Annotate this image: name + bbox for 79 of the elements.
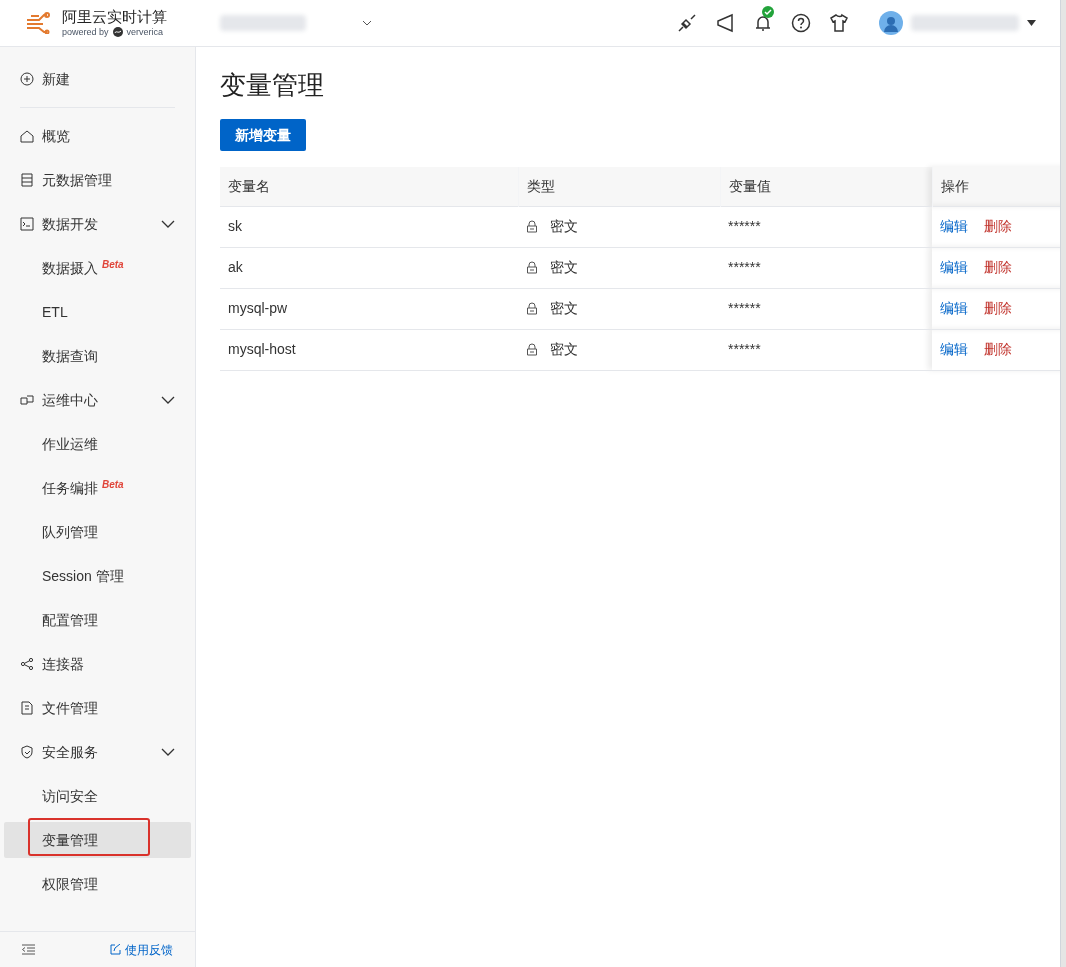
- sidebar-subitem[interactable]: ETL: [4, 294, 191, 330]
- delete-link[interactable]: 删除: [984, 339, 1012, 360]
- plus-circle-icon: [20, 72, 34, 86]
- sidebar-item[interactable]: 文件管理: [4, 686, 191, 730]
- megaphone-icon[interactable]: [715, 13, 735, 33]
- table-cell: sk: [220, 206, 518, 247]
- column-header: 操作: [932, 167, 1060, 206]
- type-text: 密文: [550, 299, 578, 318]
- sidebar-item[interactable]: 概览: [4, 114, 191, 158]
- home-icon: [20, 129, 34, 143]
- product-title: 阿里云实时计算: [62, 8, 167, 27]
- sidebar-subitem[interactable]: 队列管理: [4, 514, 191, 550]
- delete-link[interactable]: 删除: [984, 298, 1012, 319]
- terminal-icon: [20, 217, 34, 231]
- table-cell: ******: [720, 247, 932, 288]
- database-icon: [20, 173, 34, 187]
- help-icon[interactable]: [791, 13, 811, 33]
- sidebar-item[interactable]: 安全服务: [4, 730, 191, 774]
- type-text: 密文: [550, 258, 578, 277]
- table-cell: ******: [720, 206, 932, 247]
- edit-link[interactable]: 编辑: [940, 216, 968, 237]
- table-cell: ******: [720, 329, 932, 370]
- squares-icon: [20, 393, 34, 407]
- sidebar-subitem[interactable]: 数据查询: [4, 338, 191, 374]
- edit-link[interactable]: 编辑: [940, 339, 968, 360]
- delete-link[interactable]: 删除: [984, 257, 1012, 278]
- bell-icon[interactable]: [753, 13, 773, 33]
- chevron-down-icon: [161, 220, 175, 228]
- sidebar-subitem[interactable]: 作业运维: [4, 426, 191, 462]
- chevron-down-icon: [161, 748, 175, 756]
- powered-by-text: powered by: [62, 26, 109, 38]
- sidebar-subitem-label: 任务编排: [42, 478, 98, 498]
- edit-icon: [110, 944, 121, 955]
- table-cell: mysql-pw: [220, 288, 518, 329]
- column-header: 变量值: [720, 167, 932, 206]
- column-header: 类型: [518, 167, 720, 206]
- plug-icon[interactable]: [677, 13, 697, 33]
- add-variable-button[interactable]: 新增变量: [220, 119, 306, 151]
- edit-link[interactable]: 编辑: [940, 257, 968, 278]
- lock-icon: [526, 261, 538, 274]
- tshirt-icon[interactable]: [829, 13, 849, 33]
- feedback-link[interactable]: 使用反馈: [110, 940, 173, 959]
- sidebar-subitem[interactable]: 权限管理: [4, 866, 191, 902]
- column-header: 变量名: [220, 167, 518, 206]
- share-icon: [20, 657, 34, 671]
- table-cell: mysql-host: [220, 329, 518, 370]
- lock-icon: [526, 302, 538, 315]
- sidebar-subitem[interactable]: 配置管理: [4, 602, 191, 638]
- chevron-down-icon: [362, 20, 372, 26]
- beta-label: Beta: [102, 477, 124, 492]
- avatar-icon[interactable]: [879, 11, 903, 35]
- sidebar-subitem[interactable]: 任务编排 Beta: [4, 470, 191, 506]
- partner-logo-icon: [112, 27, 123, 38]
- delete-link[interactable]: 删除: [984, 216, 1012, 237]
- sidebar-item[interactable]: 元数据管理: [4, 158, 191, 202]
- sidebar-item[interactable]: 连接器: [4, 642, 191, 686]
- sidebar-subitem-label: 数据摄入: [42, 258, 98, 278]
- sidebar-item[interactable]: 运维中心: [4, 378, 191, 422]
- sidebar-subitem[interactable]: 访问安全: [4, 778, 191, 814]
- logo-icon: [26, 12, 50, 34]
- table-cell: ak: [220, 247, 518, 288]
- create-item[interactable]: 新建: [4, 57, 191, 101]
- type-text: 密文: [550, 217, 578, 236]
- collapse-menu-icon[interactable]: [22, 944, 35, 955]
- lock-icon: [526, 220, 538, 233]
- page-title: 变量管理: [220, 69, 325, 102]
- partner-name: ververica: [126, 26, 164, 38]
- table-cell: ******: [720, 288, 932, 329]
- beta-label: Beta: [102, 257, 124, 272]
- sidebar-subitem[interactable]: 数据摄入 Beta: [4, 250, 191, 286]
- sidebar-item[interactable]: 数据开发: [4, 202, 191, 246]
- file-icon: [20, 701, 34, 715]
- sidebar-subitem[interactable]: Session 管理: [4, 558, 191, 594]
- type-text: 密文: [550, 340, 578, 359]
- shield-icon: [20, 745, 34, 759]
- lock-icon: [526, 343, 538, 356]
- edit-link[interactable]: 编辑: [940, 298, 968, 319]
- caret-icon[interactable]: [1027, 20, 1036, 26]
- chevron-down-icon: [161, 396, 175, 404]
